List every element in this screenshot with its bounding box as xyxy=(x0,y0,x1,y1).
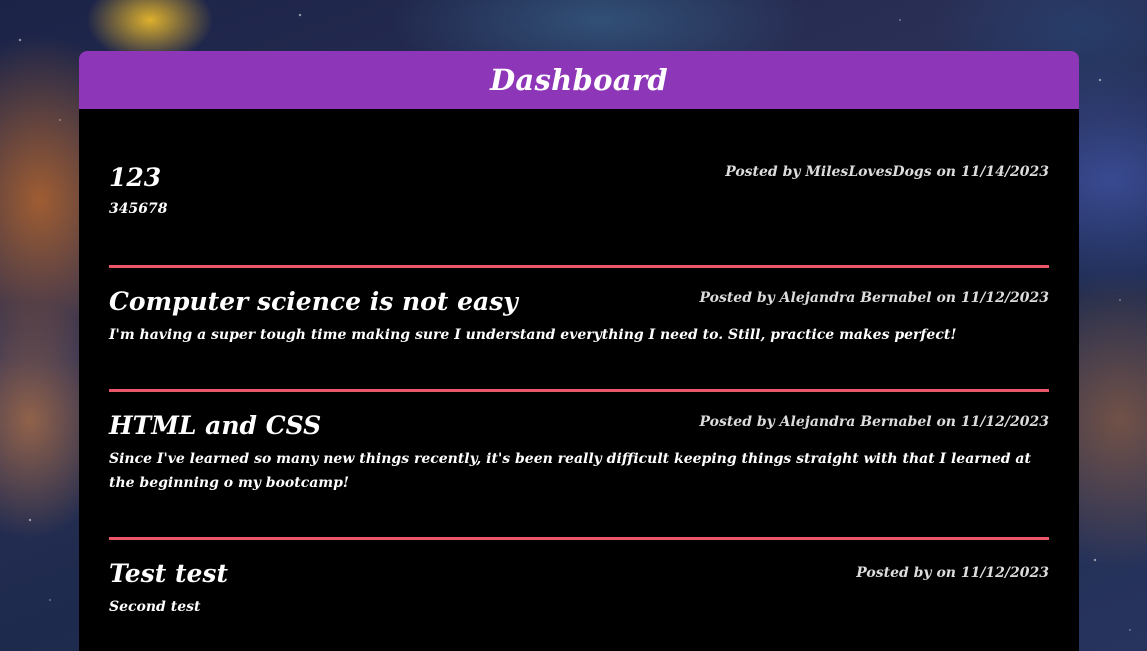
post-card[interactable]: Computer science is not easy Posted by A… xyxy=(109,268,1049,392)
post-list: 123 Posted by MilesLovesDogs on 11/14/20… xyxy=(79,109,1079,651)
post-card[interactable]: Test test Posted by on 11/12/2023 Second… xyxy=(109,540,1049,651)
post-card[interactable]: HTML and CSS Posted by Alejandra Bernabe… xyxy=(109,392,1049,540)
post-body: 345678 xyxy=(109,201,168,217)
post-meta: Posted by Alejandra Bernabel on 11/12/20… xyxy=(699,290,1049,306)
dashboard-header: Dashboard xyxy=(79,51,1079,109)
dashboard-panel: Dashboard 123 Posted by MilesLovesDogs o… xyxy=(79,51,1079,651)
post-meta: Posted by Alejandra Bernabel on 11/12/20… xyxy=(699,414,1049,430)
post-title[interactable]: 123 xyxy=(109,109,1049,193)
post-card[interactable]: 123 Posted by MilesLovesDogs on 11/14/20… xyxy=(109,109,1049,268)
post-meta: Posted by MilesLovesDogs on 11/14/2023 xyxy=(725,164,1049,180)
page-title: Dashboard xyxy=(489,63,669,97)
post-body: Second test xyxy=(109,599,201,615)
post-meta: Posted by on 11/12/2023 xyxy=(856,565,1049,581)
post-body: I'm having a super tough time making sur… xyxy=(109,327,957,343)
post-body: Since I've learned so many new things re… xyxy=(109,451,1031,491)
